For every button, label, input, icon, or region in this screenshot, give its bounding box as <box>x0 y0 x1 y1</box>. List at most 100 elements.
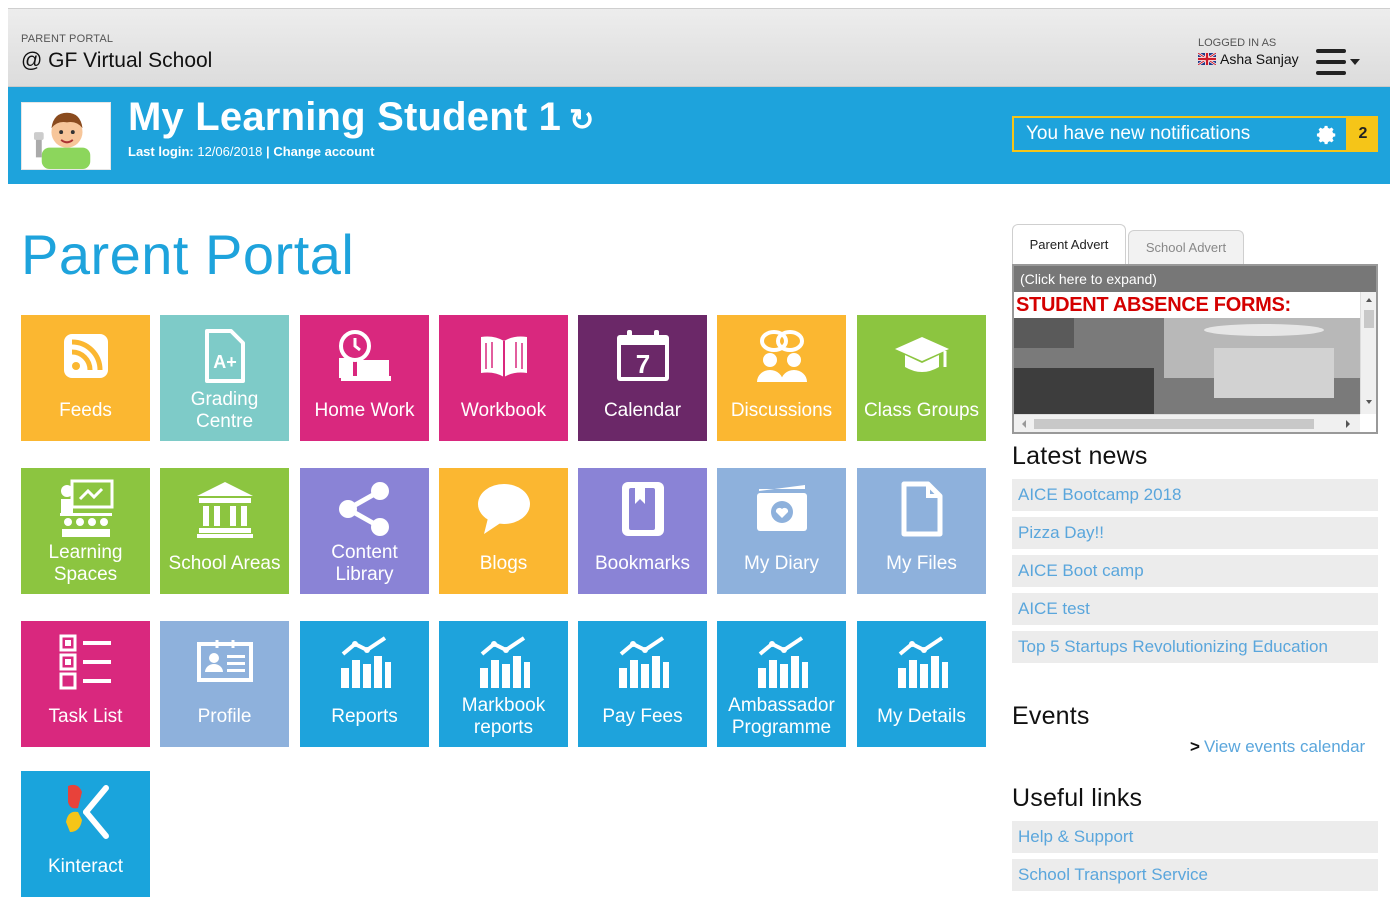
useful-links-heading: Useful links <box>1012 784 1143 812</box>
task-list-icon <box>59 634 111 690</box>
bookmark-icon <box>621 482 664 536</box>
student-name: My Learning Student 1 ↻ <box>128 95 594 140</box>
tile-my-details[interactable]: My Details <box>857 621 986 747</box>
bar-chart-icon <box>618 636 669 688</box>
tile-task-list[interactable]: Task List <box>21 621 150 747</box>
tile-content-library[interactable]: Content Library <box>300 468 429 594</box>
tile-label: Profile <box>197 706 252 727</box>
news-item[interactable]: AICE test <box>1012 593 1378 625</box>
book-icon <box>480 336 527 377</box>
grade-file-icon: A+ <box>204 329 245 383</box>
tile-discussions[interactable]: Discussions <box>717 315 846 441</box>
svg-text:A+: A+ <box>213 352 237 372</box>
tile-workbook[interactable]: Workbook <box>439 315 568 441</box>
diary-icon <box>756 485 807 531</box>
view-events-calendar-link[interactable]: > View events calendar <box>1190 737 1365 757</box>
uk-flag-icon <box>1198 53 1216 65</box>
news-item[interactable]: AICE Bootcamp 2018 <box>1012 479 1378 511</box>
portal-label: PARENT PORTAL <box>21 33 114 45</box>
tile-my-files[interactable]: My Files <box>857 468 986 594</box>
rss-icon <box>63 334 108 378</box>
tile-school-areas[interactable]: School Areas <box>160 468 289 594</box>
useful-link-item[interactable]: Help & Support <box>1012 821 1378 853</box>
tab-parent-advert[interactable]: Parent Advert <box>1012 224 1126 264</box>
tile-my-diary[interactable]: My Diary <box>717 468 846 594</box>
logged-in-label: LOGGED IN AS <box>1198 37 1277 49</box>
tile-class-groups[interactable]: Class Groups <box>857 315 986 441</box>
change-account-link[interactable]: Change account <box>273 144 374 159</box>
tile-label: My Files <box>886 553 957 574</box>
tile-profile[interactable]: Profile <box>160 621 289 747</box>
classroom-icon <box>59 479 113 537</box>
top-bar: PARENT PORTAL @ GF Virtual School LOGGED… <box>8 9 1390 87</box>
tile-label: Markbook reports <box>461 695 546 738</box>
calendar-icon: 7 <box>616 330 669 381</box>
tile-kinteract[interactable]: Kinteract <box>21 771 150 897</box>
bar-chart-icon <box>757 636 808 688</box>
tile-markbook-reports[interactable]: Markbook reports <box>439 621 568 747</box>
tile-calendar[interactable]: 7 Calendar <box>578 315 707 441</box>
expand-link[interactable]: (Click here to expand) <box>1020 271 1157 287</box>
advert-panel[interactable]: (Click here to expand) STUDENT ABSENCE F… <box>1012 264 1378 434</box>
refresh-icon[interactable]: ↻ <box>569 104 594 137</box>
speech-bubble-icon <box>477 484 530 534</box>
news-item[interactable]: Top 5 Startups Revolutionizing Education <box>1012 631 1378 663</box>
news-item[interactable]: Pizza Day!! <box>1012 517 1378 549</box>
view-calendar-text: View events calendar <box>1203 737 1366 756</box>
hamburger-menu-icon[interactable] <box>1314 47 1362 77</box>
tile-label: Home Work <box>314 400 415 421</box>
tile-label: Kinteract <box>48 856 123 877</box>
tile-label: Reports <box>331 706 398 727</box>
tile-label: Blogs <box>479 553 528 574</box>
office-photo <box>1014 318 1360 414</box>
tile-pay-fees[interactable]: Pay Fees <box>578 621 707 747</box>
chevron-right-icon: > <box>1190 737 1200 756</box>
tile-label: Ambassador Programme <box>728 695 835 738</box>
latest-news-heading: Latest news <box>1012 442 1148 470</box>
notifications-text: You have new notifications <box>1026 123 1251 144</box>
student-avatar <box>21 102 111 170</box>
tile-home-work[interactable]: Home Work <box>300 315 429 441</box>
tile-learning-spaces[interactable]: Learning Spaces <box>21 468 150 594</box>
tile-grading-centre[interactable]: A+ Grading Centre <box>160 315 289 441</box>
vertical-scrollbar[interactable] <box>1360 292 1376 414</box>
tile-feeds[interactable]: Feeds <box>21 315 150 441</box>
tile-label: Feeds <box>59 400 112 421</box>
tile-label: Content Library <box>331 542 398 585</box>
tile-ambassador-programme[interactable]: Ambassador Programme <box>717 621 846 747</box>
bar-chart-icon <box>340 636 391 688</box>
file-icon <box>901 481 942 537</box>
tab-school-advert[interactable]: School Advert <box>1128 230 1244 264</box>
kinteract-logo-icon <box>65 784 109 839</box>
scrollbar-track <box>1364 298 1374 404</box>
tile-label: Task List <box>48 706 123 727</box>
share-icon <box>338 482 389 536</box>
student-banner: My Learning Student 1 ↻ Last login: 12/06… <box>8 87 1390 184</box>
page-title: Parent Portal <box>21 223 355 286</box>
tile-label: Grading Centre <box>190 389 259 432</box>
advert-headline: STUDENT ABSENCE FORMS: <box>1016 294 1291 316</box>
advert-image <box>1014 318 1360 414</box>
notification-count-badge[interactable]: 2 <box>1348 116 1378 152</box>
student-name-text: My Learning Student 1 <box>128 95 562 139</box>
tile-label: Class Groups <box>863 400 980 421</box>
tile-label: Bookmarks <box>594 553 691 574</box>
svg-text:7: 7 <box>635 349 649 379</box>
gear-icon[interactable] <box>1316 124 1338 146</box>
last-login: Last login: 12/06/2018 | Change account <box>128 144 374 159</box>
app-frame: PARENT PORTAL @ GF Virtual School LOGGED… <box>8 8 1390 904</box>
tile-blogs[interactable]: Blogs <box>439 468 568 594</box>
notifications-button[interactable]: You have new notifications <box>1012 116 1348 152</box>
tile-bookmarks[interactable]: Bookmarks <box>578 468 707 594</box>
tile-reports[interactable]: Reports <box>300 621 429 747</box>
tile-label: Learning Spaces <box>48 542 123 585</box>
useful-link-item[interactable]: School Transport Service <box>1012 859 1378 891</box>
id-card-icon <box>196 640 253 682</box>
tile-label: Discussions <box>730 400 833 421</box>
last-login-label: Last login: <box>128 144 194 159</box>
horizontal-scrollbar[interactable] <box>1014 414 1360 432</box>
tile-label: Pay Fees <box>602 706 683 727</box>
user-account[interactable]: Asha Sanjay <box>1198 51 1299 67</box>
news-item[interactable]: AICE Boot camp <box>1012 555 1378 587</box>
discussions-icon <box>756 330 807 382</box>
